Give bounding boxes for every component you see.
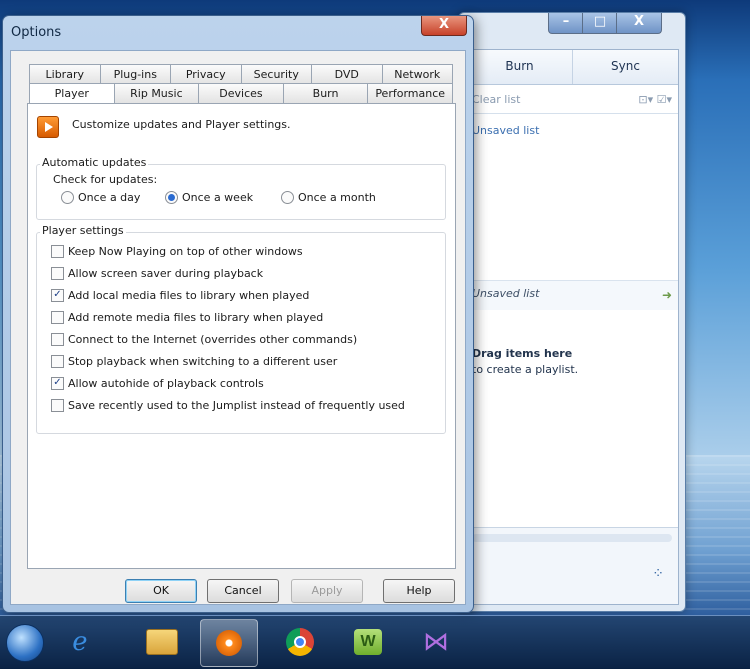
visual-studio-icon[interactable]: ⋈ (408, 619, 464, 665)
panel-description: Customize updates and Player settings. (72, 118, 291, 131)
internet-explorer-icon[interactable]: ℯ (52, 619, 108, 665)
dialog-title: Options (11, 25, 62, 40)
option-label: Allow autohide of playback controls (68, 377, 264, 390)
tab-burn[interactable]: Burn (466, 50, 572, 84)
options-dialog: Options X Library Plug-ins Privacy Secur… (2, 15, 474, 613)
tab-row-front: Player Rip Music Devices Burn Performanc… (29, 83, 453, 103)
cancel-button[interactable]: Cancel (207, 579, 279, 603)
tab-privacy[interactable]: Privacy (170, 64, 242, 84)
tab-devices[interactable]: Devices (198, 83, 284, 103)
tab-library[interactable]: Library (29, 64, 101, 84)
option-label: Stop playback when switching to a differ… (68, 355, 338, 368)
apply-button[interactable]: Apply (291, 579, 363, 603)
tab-sync[interactable]: Sync (572, 50, 678, 84)
close-button[interactable]: X (616, 13, 662, 34)
drag-hint-title: Drag items here (472, 347, 573, 360)
option-allow-screensaver[interactable]: Allow screen saver during playback (51, 267, 263, 280)
checkbox[interactable] (51, 267, 64, 280)
radio-once-a-month[interactable]: Once a month (281, 191, 376, 204)
option-label: Keep Now Playing on top of other windows (68, 245, 303, 258)
ok-button[interactable]: OK (125, 579, 197, 603)
player-settings-label: Player settings (40, 224, 126, 237)
wordweb-icon[interactable]: W (340, 619, 396, 665)
clear-list-button[interactable]: Clear list (472, 93, 520, 106)
check-for-updates-label: Check for updates: (53, 173, 158, 186)
tab-player[interactable]: Player (29, 83, 115, 103)
checkbox[interactable] (51, 355, 64, 368)
option-stop-playback[interactable]: Stop playback when switching to a differ… (51, 355, 337, 368)
unsaved-list-link[interactable]: Unsaved list (466, 114, 678, 147)
checkbox[interactable] (51, 399, 64, 412)
forward-arrow-icon[interactable]: ➜ (662, 288, 672, 302)
radio-button[interactable] (165, 191, 178, 204)
option-label: Add remote media files to library when p… (68, 311, 324, 324)
media-player-window: – □ X Burn Sync Clear list ⊡▾ ☑▾ Unsaved… (458, 12, 686, 612)
checkbox[interactable] (51, 311, 64, 324)
option-label: Add local media files to library when pl… (68, 289, 310, 302)
horizontal-scrollbar[interactable] (472, 534, 672, 542)
tab-rip-music[interactable]: Rip Music (113, 83, 200, 103)
option-label: Connect to the Internet (overrides other… (68, 333, 358, 346)
start-orb-icon[interactable] (6, 624, 44, 662)
radio-button[interactable] (61, 191, 74, 204)
media-player-bottom-bar: ⁘ (466, 527, 678, 604)
radio-label: Once a week (182, 191, 254, 204)
option-jumplist[interactable]: Save recently used to the Jumplist inste… (51, 399, 405, 412)
dialog-close-button[interactable]: X (421, 16, 467, 36)
shuffle-icon[interactable]: ⁘ (652, 566, 664, 582)
media-player-icon[interactable] (200, 619, 258, 667)
drag-hint: Drag items here to create a playlist. (472, 346, 578, 378)
player-tab-panel: Customize updates and Player settings. A… (27, 103, 456, 569)
radio-once-a-day[interactable]: Once a day (61, 191, 140, 204)
radio-label: Once a day (78, 191, 141, 204)
tab-security[interactable]: Security (240, 64, 312, 84)
media-player-tabs: Burn Sync (466, 50, 678, 85)
option-label: Save recently used to the Jumplist inste… (68, 399, 405, 412)
dialog-body: Library Plug-ins Privacy Security DVD Ne… (10, 50, 466, 605)
option-add-remote-media[interactable]: Add remote media files to library when p… (51, 311, 323, 324)
checkbox-checked[interactable]: ✓ (51, 377, 64, 390)
tab-network[interactable]: Network (381, 64, 453, 84)
help-button[interactable]: Help (383, 579, 455, 603)
radio-label: Once a month (298, 191, 376, 204)
tab-burn[interactable]: Burn (282, 83, 369, 103)
checkbox-checked[interactable]: ✓ (51, 289, 64, 302)
file-explorer-icon[interactable] (134, 619, 190, 665)
option-add-local-media[interactable]: ✓ Add local media files to library when … (51, 289, 309, 302)
list-toolbar: Clear list ⊡▾ ☑▾ (466, 85, 678, 114)
automatic-updates-group: Automatic updates Check for updates: Onc… (36, 156, 446, 220)
tab-row-back: Library Plug-ins Privacy Security DVD Ne… (29, 64, 453, 84)
option-connect-internet[interactable]: Connect to the Internet (overrides other… (51, 333, 357, 346)
option-label: Allow screen saver during playback (68, 267, 264, 280)
radio-once-a-week[interactable]: Once a week (165, 191, 253, 204)
chrome-icon[interactable] (272, 619, 328, 665)
tab-dvd[interactable]: DVD (311, 64, 383, 84)
option-autohide-controls[interactable]: ✓ Allow autohide of playback controls (51, 377, 264, 390)
unsaved-list-label: Unsaved list (472, 287, 540, 300)
automatic-updates-label: Automatic updates (40, 156, 149, 169)
option-keep-on-top[interactable]: Keep Now Playing on top of other windows (51, 245, 303, 258)
maximize-button[interactable]: □ (582, 13, 618, 34)
media-player-titlebar[interactable]: – □ X (459, 13, 685, 49)
radio-button[interactable] (281, 191, 294, 204)
taskbar: ℯ W ⋈ (0, 615, 750, 669)
tab-performance[interactable]: Performance (367, 83, 453, 103)
checkbox[interactable] (51, 333, 64, 346)
player-settings-group: Player settings Keep Now Playing on top … (36, 224, 446, 434)
list-options-icon[interactable]: ⊡▾ ☑▾ (638, 93, 672, 106)
minimize-button[interactable]: – (548, 13, 584, 34)
media-player-pane: Burn Sync Clear list ⊡▾ ☑▾ Unsaved list … (465, 49, 679, 605)
media-player-icon (37, 116, 59, 138)
tab-plug-ins[interactable]: Plug-ins (99, 64, 171, 84)
checkbox[interactable] (51, 245, 64, 258)
drag-hint-subtitle: to create a playlist. (472, 363, 579, 376)
unsaved-list-header: Unsaved list ➜ (466, 280, 678, 310)
